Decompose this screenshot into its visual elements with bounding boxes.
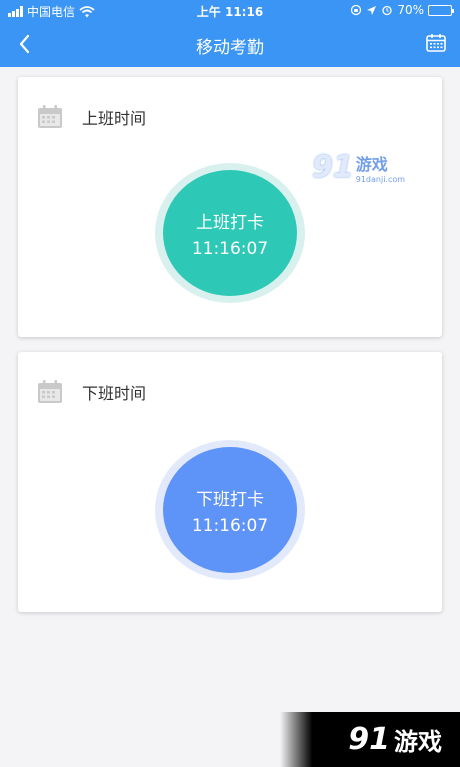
- status-right: 70%: [350, 3, 454, 17]
- nav-bar: 移动考勤: [0, 22, 460, 67]
- checkin-card: 上班时间 上班打卡 11:16:07: [18, 77, 442, 337]
- watermark-banner-number: 91: [348, 722, 390, 757]
- orientation-lock-icon: [351, 4, 362, 16]
- watermark-domain: 91danji.com: [355, 175, 406, 184]
- checkout-time: 11:16:07: [191, 515, 269, 536]
- watermark-banner: 91 游戏: [280, 712, 460, 767]
- watermark-number: 91: [312, 150, 354, 185]
- alarm-icon: [382, 5, 392, 16]
- watermark-name: 游戏: [355, 155, 388, 174]
- location-icon: [367, 5, 377, 15]
- checkout-card: 下班时间 下班打卡 11:16:07: [18, 352, 442, 612]
- calendar-icon: [38, 380, 62, 403]
- checkin-button[interactable]: 上班打卡 11:16:07: [155, 163, 305, 303]
- checkin-label: 上班打卡: [196, 212, 264, 233]
- calendar-icon: [38, 105, 62, 128]
- app-header: 中国电信 上午 11:16 70% 移动考勤: [0, 0, 460, 67]
- watermark-banner-name: 游戏: [394, 728, 442, 756]
- status-bar: 中国电信 上午 11:16 70%: [0, 0, 460, 22]
- checkout-header: 下班时间: [36, 378, 146, 406]
- watermark-logo: 91 游戏 91danji.com: [312, 150, 405, 185]
- watermark-text: 游戏 91danji.com: [356, 151, 405, 184]
- checkout-button-face[interactable]: 下班打卡 11:16:07: [163, 447, 297, 573]
- checkin-time: 11:16:07: [191, 238, 269, 259]
- checkout-label: 下班打卡: [196, 489, 264, 510]
- page-title: 移动考勤: [196, 38, 264, 58]
- checkin-button-face[interactable]: 上班打卡 11:16:07: [163, 170, 297, 296]
- checkout-title: 下班时间: [82, 384, 147, 403]
- checkin-header: 上班时间: [36, 103, 146, 131]
- battery-icon: [428, 4, 454, 16]
- checkin-title: 上班时间: [82, 109, 147, 128]
- checkout-button[interactable]: 下班打卡 11:16:07: [155, 440, 305, 580]
- battery-percent: 70%: [397, 3, 424, 17]
- calendar-button[interactable]: [424, 31, 448, 55]
